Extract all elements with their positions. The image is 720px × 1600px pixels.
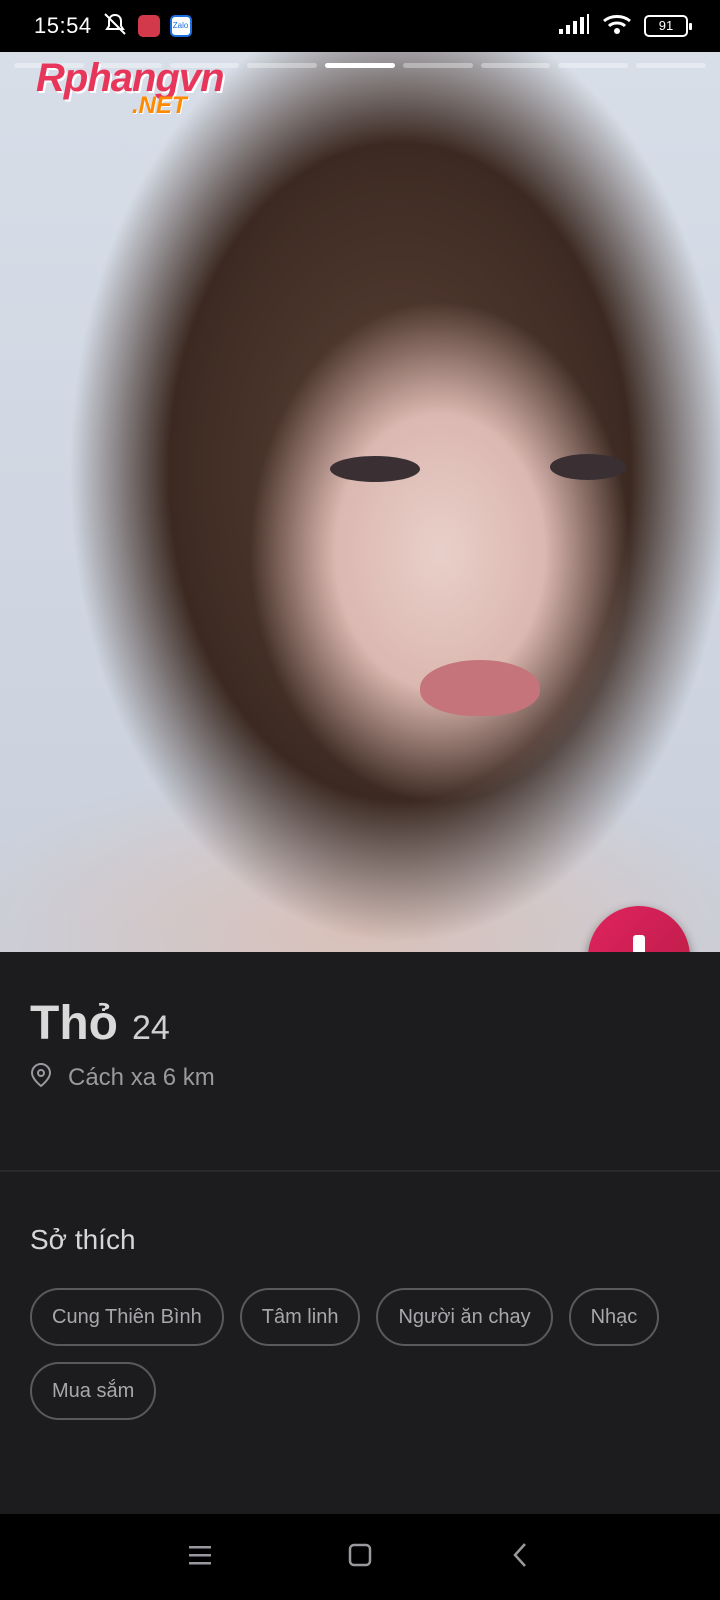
- name-row: Thỏ 24: [30, 996, 170, 1051]
- home-button[interactable]: [280, 1514, 440, 1600]
- profile-photo[interactable]: Rphangvn .NET: [0, 52, 720, 952]
- back-button[interactable]: [440, 1514, 600, 1600]
- watermark-suffix: .NET: [132, 92, 187, 119]
- interest-chip: Nhạc: [568, 1288, 660, 1346]
- photo-progress-segment: [558, 63, 629, 68]
- photo-progress-segment: [480, 63, 551, 68]
- distance-row: Cách xa 6 km: [30, 1062, 215, 1093]
- section-divider: [0, 1170, 720, 1172]
- signal-icon: [558, 13, 590, 40]
- status-right: 91: [558, 13, 692, 40]
- interest-chip: Người ăn chay: [376, 1288, 553, 1346]
- zalo-icon: Zalo: [169, 15, 192, 37]
- photo-progress-segment: [636, 63, 707, 68]
- recent-apps-button[interactable]: [120, 1514, 280, 1600]
- status-left: 15:54 Zalo: [34, 12, 192, 41]
- app-notification-icon: [137, 15, 160, 37]
- status-bar: 15:54 Zalo 91: [0, 0, 720, 52]
- profile-age: 24: [131, 1009, 170, 1047]
- home-icon: [348, 1543, 372, 1572]
- back-icon: [511, 1542, 529, 1573]
- mute-icon: [102, 12, 128, 41]
- photo-eye-right: [550, 454, 626, 480]
- interest-chip: Cung Thiên Bình: [30, 1288, 224, 1346]
- interest-chip: Tâm linh: [239, 1288, 361, 1346]
- photo-progress-segment-active: [325, 63, 395, 68]
- profile-distance: Cách xa 6 km: [68, 1063, 215, 1091]
- location-pin-icon: [30, 1062, 52, 1093]
- photo-eye-left: [330, 456, 420, 482]
- status-time: 15:54: [34, 13, 92, 38]
- interests-title: Sở thích: [30, 1224, 136, 1255]
- watermark-logo: Rphangvn .NET: [36, 56, 225, 119]
- battery-indicator: 91: [644, 15, 692, 37]
- wifi-icon: [602, 13, 632, 40]
- profile-name: Thỏ: [30, 997, 118, 1050]
- photo-progress-segment: [247, 63, 318, 68]
- interests-list: Cung Thiên Bình Tâm linh Người ăn chay N…: [30, 1288, 670, 1420]
- menu-icon: [188, 1544, 212, 1571]
- system-nav-bar: [0, 1514, 720, 1600]
- interest-chip: Mua sắm: [30, 1362, 157, 1420]
- watermark-brand: Rphangvn: [36, 56, 225, 100]
- profile-card: Thỏ 24 Cách xa 6 km Sở thích Cung Thiên …: [0, 952, 720, 1514]
- photo-lips: [420, 660, 540, 716]
- photo-progress-segment: [402, 63, 473, 68]
